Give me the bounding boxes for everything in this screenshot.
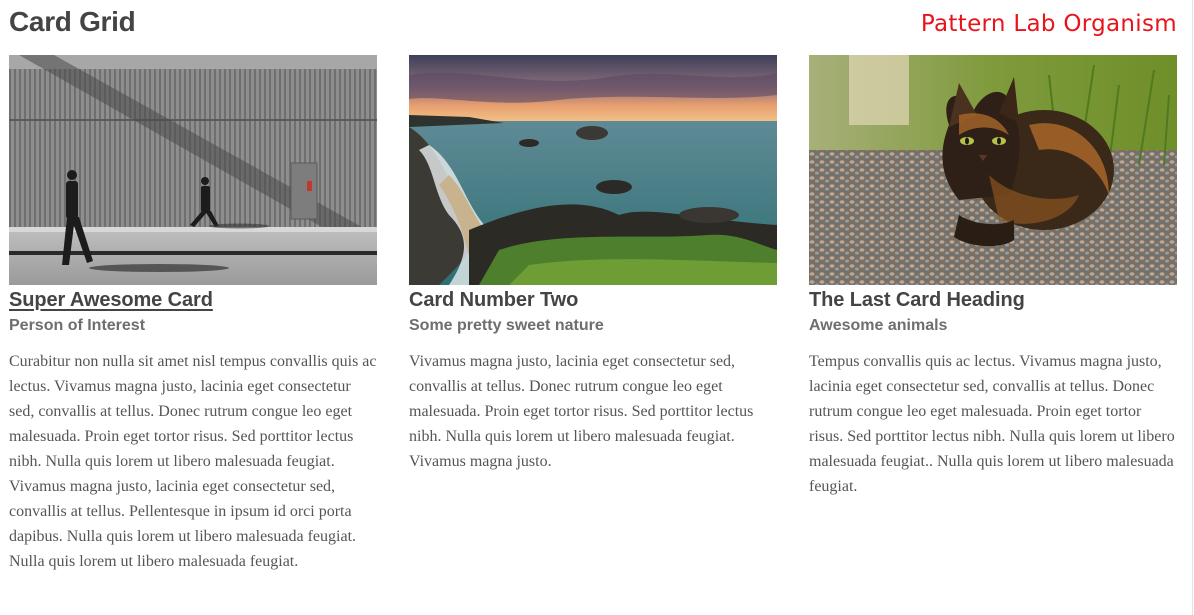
card-body-text: Vivamus magna justo, lacinia eget consec… — [409, 353, 754, 470]
card-body-text: Tempus convallis quis ac lectus. Vivamus… — [809, 353, 1175, 495]
card-heading: The Last Card Heading — [809, 289, 1025, 311]
card-subheading: Some pretty sweet nature — [409, 317, 604, 334]
pattern-lab-organism-label: Pattern Lab Organism — [920, 11, 1177, 37]
card-last-card: The Last Card Heading Awesome animals Te… — [809, 55, 1177, 499]
card-image-cat — [809, 55, 1177, 285]
card-heading-link-text[interactable]: Super Awesome Card — [9, 289, 213, 311]
card-subheading: Awesome animals — [809, 317, 948, 334]
page-edge-divider — [1192, 0, 1193, 615]
card-body-text: Curabitur non nulla sit amet nisl tempus… — [9, 353, 377, 570]
card-image-coastline — [409, 55, 777, 285]
card-super-awesome: Super Awesome Card Person of Interest Cu… — [9, 55, 377, 574]
card-image-person-walking — [9, 55, 377, 285]
card-heading: Card Number Two — [409, 289, 579, 311]
card-number-two: Card Number Two Some pretty sweet nature… — [409, 55, 777, 474]
card-heading-link[interactable]: Super Awesome Card — [9, 288, 377, 312]
card-subheading: Person of Interest — [9, 317, 146, 334]
page-title: Card Grid — [9, 6, 136, 37]
